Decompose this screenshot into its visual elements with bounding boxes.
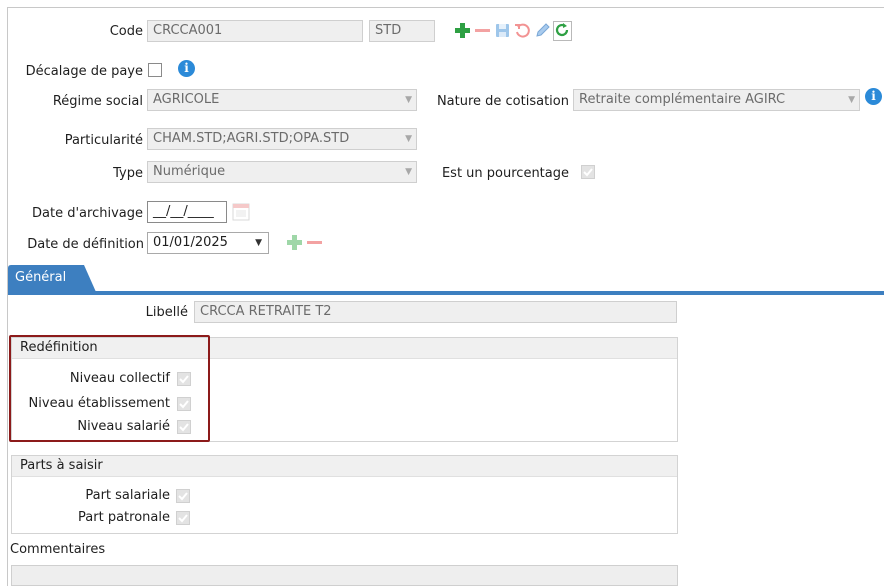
regime-select[interactable]: AGRICOLE ▼ (147, 89, 417, 111)
nature-info-icon[interactable]: i (865, 88, 882, 105)
libelle-label: Libellé (145, 305, 188, 320)
plus-icon (455, 23, 470, 38)
definition-select[interactable]: 01/01/2025 ▼ (147, 232, 269, 254)
add-button[interactable] (453, 21, 472, 41)
decalage-info-icon[interactable]: i (178, 60, 195, 77)
remove-button[interactable] (473, 21, 492, 41)
pencil-icon (536, 23, 550, 37)
nature-label: Nature de cotisation (436, 94, 569, 109)
save-icon (496, 24, 509, 37)
check-icon (178, 514, 188, 523)
definition-label: Date de définition (27, 237, 144, 252)
part-salariale-label: Part salariale (85, 488, 170, 503)
commentaires-textarea[interactable] (11, 565, 678, 586)
type-label: Type (113, 166, 143, 181)
highlight-box (9, 335, 210, 442)
archivage-input[interactable]: __/__/____ (147, 201, 227, 223)
check-icon (178, 492, 188, 501)
type-value: Numérique (153, 164, 226, 179)
chevron-down-icon: ▼ (405, 134, 412, 144)
commentaires-label: Commentaires (10, 542, 106, 557)
regime-label: Régime social (52, 94, 143, 109)
part-patronale-label: Part patronale (78, 510, 170, 525)
undo-button[interactable] (513, 21, 532, 41)
chevron-down-icon: ▼ (405, 167, 412, 177)
chevron-down-icon: ▼ (405, 95, 412, 105)
std-field[interactable]: STD (369, 20, 435, 42)
type-select[interactable]: Numérique ▼ (147, 161, 417, 183)
definition-value: 01/01/2025 (153, 235, 228, 250)
undo-icon (515, 23, 530, 38)
particularite-label: Particularité (64, 133, 143, 148)
code-label: Code (109, 24, 143, 39)
nature-select[interactable]: Retraite complémentaire AGIRC ▼ (573, 89, 860, 111)
calendar-icon[interactable] (232, 202, 252, 221)
refresh-icon (555, 23, 569, 37)
plus-icon (287, 235, 302, 250)
archivage-label: Date d'archivage (32, 206, 143, 221)
minus-icon (307, 241, 322, 244)
parts-title: Parts à saisir (12, 456, 677, 477)
refresh-button[interactable] (553, 21, 572, 41)
tab-general-label: Général (15, 270, 67, 285)
code-field[interactable]: CRCCA001 (147, 20, 363, 42)
pourcentage-label: Est un pourcentage (441, 166, 569, 181)
save-button[interactable] (493, 21, 512, 41)
decalage-label: Décalage de paye (25, 64, 143, 79)
tab-bar (8, 291, 884, 295)
part-salariale-checkbox[interactable] (176, 489, 190, 503)
definition-add-button[interactable] (285, 233, 304, 253)
tab-general[interactable]: Général (8, 265, 96, 292)
particularite-value: CHAM.STD;AGRI.STD;OPA.STD (153, 131, 350, 146)
edit-button[interactable] (533, 21, 552, 41)
particularite-select[interactable]: CHAM.STD;AGRI.STD;OPA.STD ▼ (147, 128, 417, 150)
chevron-down-icon: ▼ (848, 95, 855, 105)
nature-value: Retraite complémentaire AGIRC (579, 92, 786, 107)
libelle-field[interactable]: CRCCA RETRAITE T2 (194, 301, 677, 323)
decalage-checkbox[interactable] (148, 63, 162, 77)
minus-icon (475, 29, 490, 32)
regime-value: AGRICOLE (153, 92, 220, 107)
definition-remove-button[interactable] (305, 233, 324, 253)
chevron-down-icon: ▼ (255, 238, 262, 248)
part-patronale-checkbox[interactable] (176, 511, 190, 525)
pourcentage-checkbox[interactable] (581, 165, 595, 179)
check-icon (583, 168, 593, 177)
